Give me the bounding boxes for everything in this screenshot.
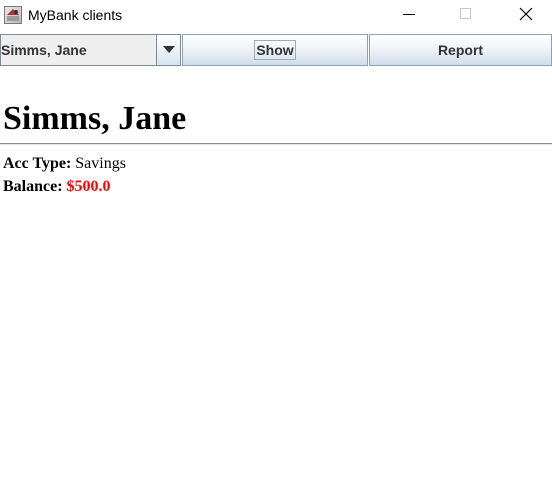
acc-type-value: Savings bbox=[75, 155, 126, 172]
close-button[interactable] bbox=[503, 0, 549, 32]
divider bbox=[0, 143, 552, 145]
show-button[interactable]: Show bbox=[182, 34, 368, 66]
app-window: MyBank clients Simms, Jane Show Report S… bbox=[0, 0, 552, 500]
balance-value: $500.0 bbox=[66, 178, 111, 195]
dropdown-arrow-button[interactable] bbox=[156, 35, 180, 65]
window-title: MyBank clients bbox=[28, 7, 123, 23]
maximize-icon bbox=[460, 7, 472, 25]
client-name-heading: Simms, Jane bbox=[3, 100, 187, 137]
minimize-button[interactable] bbox=[386, 0, 432, 32]
balance-line: Balance: $500.0 bbox=[3, 177, 111, 197]
client-select[interactable]: Simms, Jane bbox=[0, 34, 181, 66]
show-button-label: Show bbox=[254, 40, 296, 60]
report-button[interactable]: Report bbox=[369, 34, 552, 66]
toolbar: Simms, Jane Show Report bbox=[0, 34, 552, 66]
title-bar[interactable]: MyBank clients bbox=[0, 0, 552, 32]
app-icon[interactable] bbox=[4, 6, 22, 24]
minimize-icon bbox=[403, 7, 415, 25]
close-icon bbox=[519, 7, 533, 26]
maximize-button[interactable] bbox=[443, 0, 489, 32]
report-button-label: Report bbox=[437, 42, 484, 58]
acc-type-line: Acc Type: Savings bbox=[3, 154, 126, 174]
balance-label: Balance: bbox=[3, 178, 63, 195]
acc-type-label: Acc Type: bbox=[3, 155, 72, 172]
chevron-down-icon bbox=[162, 41, 175, 59]
client-select-value[interactable]: Simms, Jane bbox=[1, 35, 156, 65]
